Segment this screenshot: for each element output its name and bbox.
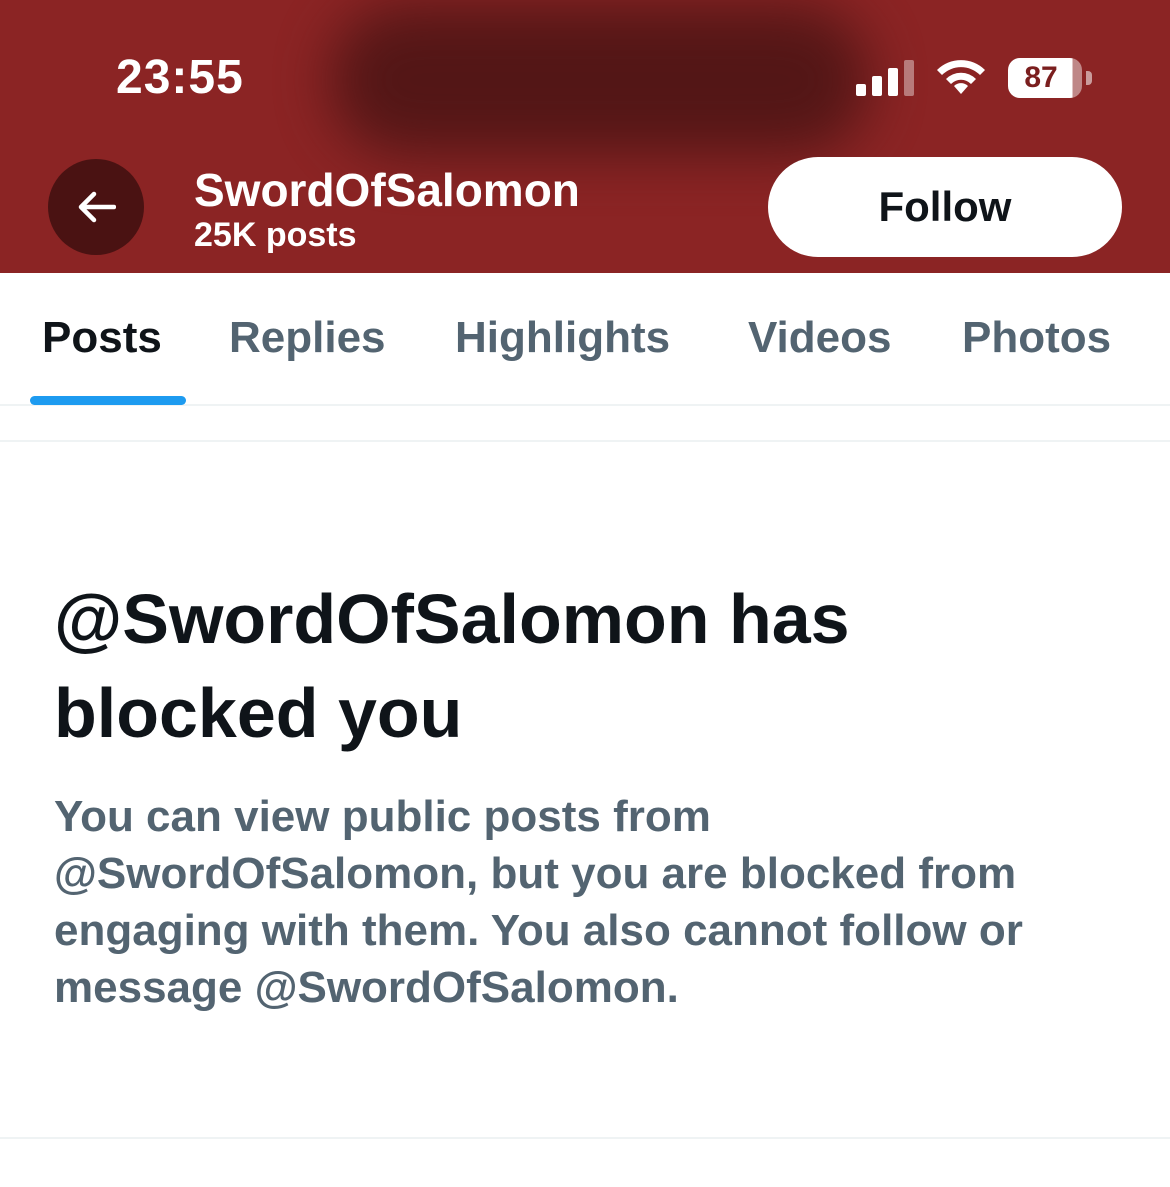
profile-tabs: Posts Replies Highlights Videos Photos: [0, 273, 1170, 406]
status-bar-time: 23:55: [116, 51, 244, 104]
profile-name: SwordOfSalomon: [194, 164, 580, 216]
tab-videos[interactable]: Videos: [748, 313, 891, 363]
cellular-signal-icon: [856, 60, 914, 96]
follow-button[interactable]: Follow: [768, 157, 1122, 257]
tab-highlights[interactable]: Highlights: [455, 313, 670, 363]
blocked-title: @SwordOfSalomon has blocked you: [54, 580, 850, 752]
profile-header: 23:55 87 SwordOfSalomon 25K posts Follow: [0, 0, 1170, 273]
blocked-message: You can view public posts from @SwordOfS…: [54, 792, 1023, 1012]
tab-posts[interactable]: Posts: [42, 313, 162, 363]
tab-replies[interactable]: Replies: [229, 313, 386, 363]
battery-nub: [1086, 71, 1092, 85]
battery-level: 87: [1024, 61, 1058, 94]
active-tab-indicator: [30, 396, 186, 405]
post-count: 25K posts: [194, 216, 357, 254]
battery-icon: 87: [1008, 58, 1094, 100]
tab-photos[interactable]: Photos: [962, 313, 1111, 363]
header-banner-blur: [330, 5, 870, 155]
wifi-icon: [937, 60, 985, 94]
back-button[interactable]: [48, 159, 144, 255]
divider: [0, 440, 1170, 442]
divider: [0, 1137, 1170, 1139]
arrow-left-icon: [78, 191, 116, 223]
